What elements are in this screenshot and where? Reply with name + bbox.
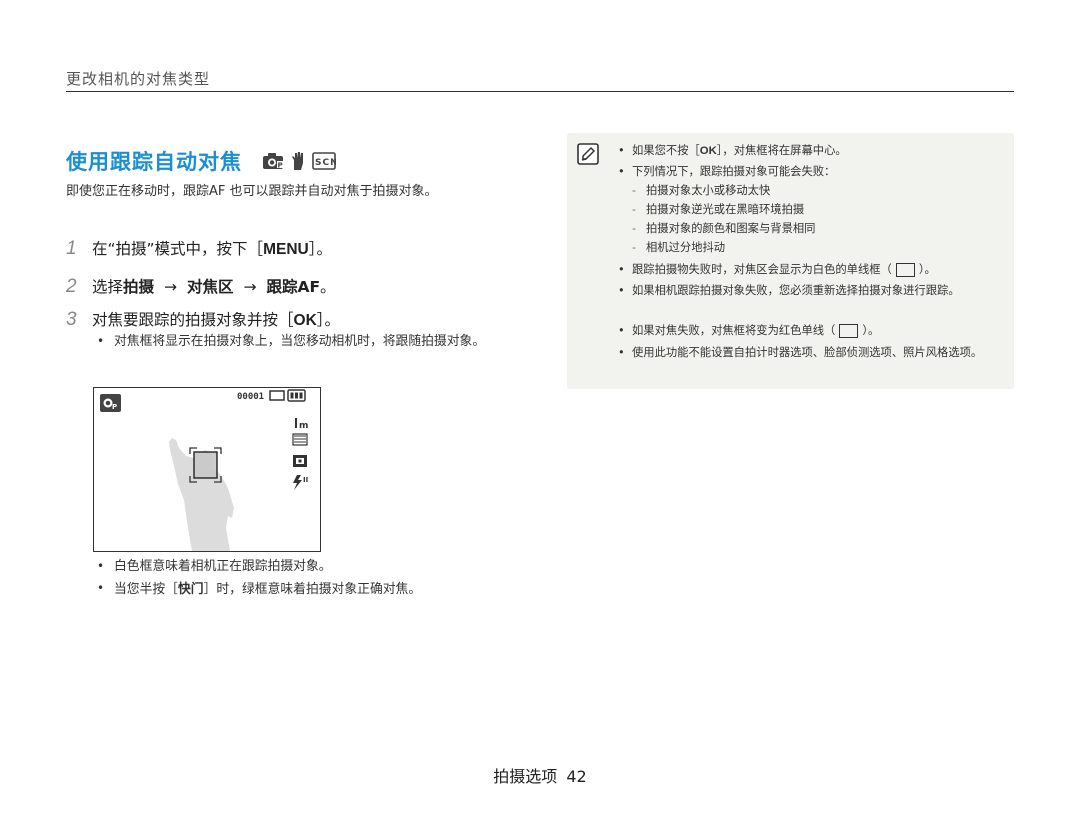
note-subitem-3: - 拍摄对象的颜色和图案与背景相同 <box>632 222 816 235</box>
quality-icon <box>292 433 308 446</box>
note-text: 如果对焦失败，对焦框将变为红色单线（ <box>632 324 836 337</box>
camera-program-icon: P <box>263 153 284 170</box>
white-frame-icon <box>895 263 915 277</box>
menu-path-shooting: 拍摄 <box>123 278 155 296</box>
bullet-text: 对焦框将显示在拍摄对象上，当您移动相机时，将跟随拍摄对象。 <box>114 334 486 349</box>
hand-dis-icon <box>292 152 303 170</box>
bullet-dot: • <box>618 144 625 157</box>
section-title-text: 使用跟踪自动对焦 <box>66 150 242 174</box>
step-3: 3 对焦要跟踪的拍摄对象并按［ OK ］。 <box>66 308 340 331</box>
intro-text: 即使您正在移动时，跟踪AF 也可以跟踪并自动对焦于拍摄对象。 <box>66 184 438 199</box>
note-subitem-1: - 拍摄对象太小或移动太快 <box>632 184 771 197</box>
step-text: 对焦要跟踪的拍摄对象并按［ <box>92 311 294 329</box>
note-text: 下列情况下，跟踪拍摄对象可能会失败： <box>632 165 836 178</box>
svg-text:P: P <box>278 162 284 170</box>
red-frame-icon <box>839 324 859 338</box>
flash-off-icon: II <box>293 475 308 490</box>
ok-key-label: OK <box>293 312 317 329</box>
note-item-1: • 如果您不按［OK］，对焦框将在屏幕中心。 <box>618 141 1002 161</box>
footer-section-label: 拍摄选项 <box>493 767 558 786</box>
chapter-header: 更改相机的对焦类型 <box>66 70 211 88</box>
white-frame-note: • 白色框意味着相机正在跟踪拍摄对象。 <box>97 556 534 577</box>
scene-icon: SCN <box>312 152 336 170</box>
note-text-end: ］，对焦框将在屏幕中心。 <box>716 144 847 157</box>
step3-bullet: • 对焦框将显示在拍摄对象上，当您移动相机时，将跟随拍摄对象。 <box>97 331 506 352</box>
note-pencil-icon <box>577 143 599 165</box>
mode-icons: P SCN <box>262 151 336 171</box>
bullet-text-end: ］时，绿框意味着拍摄对象正确对焦。 <box>203 582 422 597</box>
step-1: 1 在“拍摄”模式中，按下［ MENU ］。 <box>66 237 332 260</box>
note-text: 跟踪拍摄物失败时，对焦区会显示为白色的单线框（ <box>632 263 892 276</box>
shot-counter: 00001 <box>237 392 264 402</box>
section-title: 使用跟踪自动对焦 P SCN <box>66 146 336 176</box>
note-text: 如果相机跟踪拍摄对象失败，您必须重新选择拍摄对象进行跟踪。 <box>632 284 960 297</box>
bullet-dot: • <box>618 165 625 178</box>
step-number: 1 <box>66 238 77 259</box>
resolution-icon: m <box>295 418 308 431</box>
note-text: 如果您不按［ <box>632 144 700 157</box>
note-item-6: • 使用此功能不能设置自拍计时器选项、脸部侦测选项、照片风格选项。 <box>618 343 992 362</box>
note-text-end: ）。 <box>862 324 880 337</box>
svg-text:P: P <box>112 403 117 411</box>
header-divider <box>66 91 1014 92</box>
step-text: 在“拍摄”模式中，按下［ <box>92 240 264 258</box>
bullet-dot: • <box>618 324 625 337</box>
note-item-4: • 如果相机跟踪拍摄对象失败，您必须重新选择拍摄对象进行跟踪。 <box>618 281 992 300</box>
bullet-dot: • <box>618 346 625 359</box>
shutter-key-label: 快门 <box>177 581 204 596</box>
svg-text:SCN: SCN <box>315 158 336 168</box>
note-subitem-2: - 拍摄对象逆光或在黑暗环境拍摄 <box>632 203 805 216</box>
step-text-end: 。 <box>320 278 336 296</box>
ok-key-label: OK <box>699 145 717 157</box>
bullet-text: 当您半按［ <box>114 582 178 597</box>
note-item-2: • 下列情况下，跟踪拍摄对象可能会失败： <box>618 162 1002 181</box>
tracking-focus-frame <box>189 447 222 483</box>
bullet-dot: • <box>97 581 105 595</box>
arrow-icon: → <box>243 278 257 296</box>
bullet-dot: • <box>97 559 105 573</box>
menu-path-tracking-af: 跟踪AF <box>266 278 321 296</box>
memory-icon <box>269 390 285 401</box>
note-subitem-4: - 相机过分地抖动 <box>632 241 726 254</box>
bullet-text: 白色框意味着相机正在跟踪拍摄对象。 <box>114 559 332 574</box>
viewfinder-screen: P 00001 m II <box>100 389 308 551</box>
bullet-dot: • <box>97 334 105 348</box>
step-number: 3 <box>66 309 77 330</box>
note-item-3: • 跟踪拍摄物失败时，对焦区会显示为白色的单线框（ ）。 <box>618 260 1002 279</box>
metering-icon <box>293 455 307 467</box>
step-2: 2 选择 拍摄 → 对焦区 → 跟踪AF。 <box>66 275 336 298</box>
note-item-5: • 如果对焦失败，对焦框将变为红色单线（ ）。 <box>618 321 1002 340</box>
note-text-end: ）。 <box>918 263 936 276</box>
menu-key-label: MENU <box>263 241 309 258</box>
svg-text:II: II <box>303 476 308 484</box>
viewfinder-illustration: P 00001 m II <box>93 387 321 552</box>
page-footer: 拍摄选项 42 <box>0 763 1080 787</box>
green-frame-note: • 当您半按［快门］时，绿框意味着拍摄对象正确对焦。 <box>97 578 534 600</box>
step-text-end: ］。 <box>316 311 341 329</box>
bullet-dot: • <box>618 263 625 276</box>
svg-text:m: m <box>299 421 308 431</box>
arrow-icon: → <box>164 278 178 296</box>
step-number: 2 <box>66 276 77 297</box>
page-number: 42 <box>566 767 587 786</box>
step-text: 选择 <box>92 278 124 296</box>
menu-path-focus-area: 对焦区 <box>187 278 234 296</box>
bullet-dot: • <box>618 284 625 297</box>
note-text: 使用此功能不能设置自拍计时器选项、脸部侦测选项、照片风格选项。 <box>632 346 983 359</box>
step-text-end: ］。 <box>308 240 332 258</box>
